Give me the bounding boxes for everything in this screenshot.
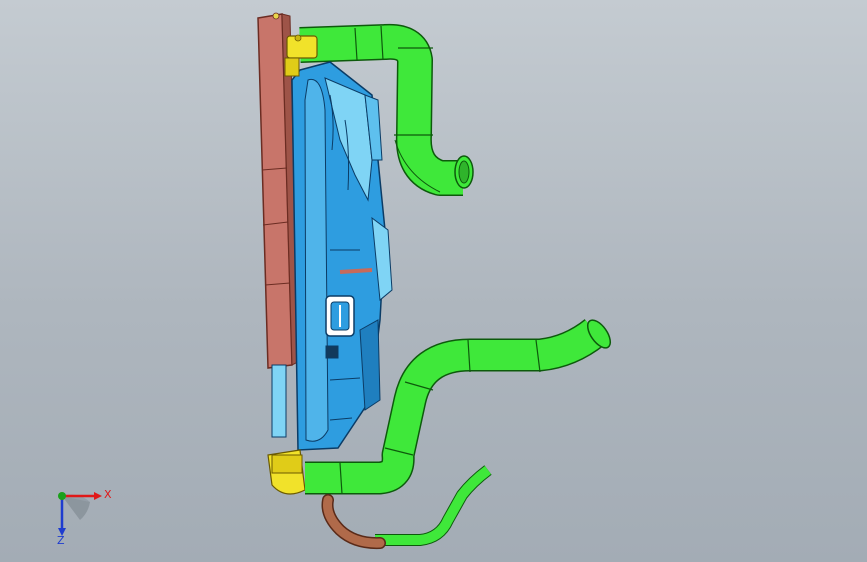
x-axis-label: X [104,488,112,501]
z-axis-label: Z [57,534,65,547]
y-axis-dot [58,492,66,500]
cad-viewport[interactable]: X Z [0,0,867,562]
lower-tank-fitting [267,449,306,495]
3d-model-scene[interactable] [0,0,867,562]
orientation-triad: X Z [57,488,112,547]
